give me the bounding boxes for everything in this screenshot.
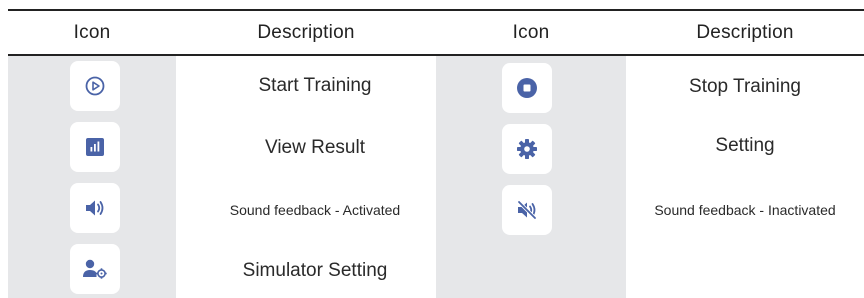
header-description-right: Description bbox=[696, 22, 794, 43]
bar-chart-icon[interactable] bbox=[70, 122, 120, 172]
volume-mute-icon[interactable] bbox=[502, 185, 552, 235]
description-start-training: Start Training bbox=[258, 75, 372, 96]
description-sound-inactivated: Sound feedback - Inactivated bbox=[654, 202, 836, 218]
table-top-rule bbox=[8, 9, 864, 11]
header-icon-right: Icon bbox=[512, 22, 550, 43]
description-view-result: View Result bbox=[265, 137, 365, 158]
user-settings-icon[interactable] bbox=[70, 244, 120, 294]
gear-icon[interactable] bbox=[502, 124, 552, 174]
play-circle-icon[interactable] bbox=[70, 61, 120, 111]
stop-circle-icon[interactable] bbox=[502, 63, 552, 113]
header-description-left: Description bbox=[257, 22, 355, 43]
header-icon-left: Icon bbox=[73, 22, 111, 43]
description-stop-training: Stop Training bbox=[689, 76, 801, 97]
description-simulator-setting: Simulator Setting bbox=[242, 260, 388, 281]
description-sound-activated: Sound feedback - Activated bbox=[229, 202, 401, 218]
volume-up-icon[interactable] bbox=[70, 183, 120, 233]
description-setting: Setting bbox=[715, 135, 775, 156]
